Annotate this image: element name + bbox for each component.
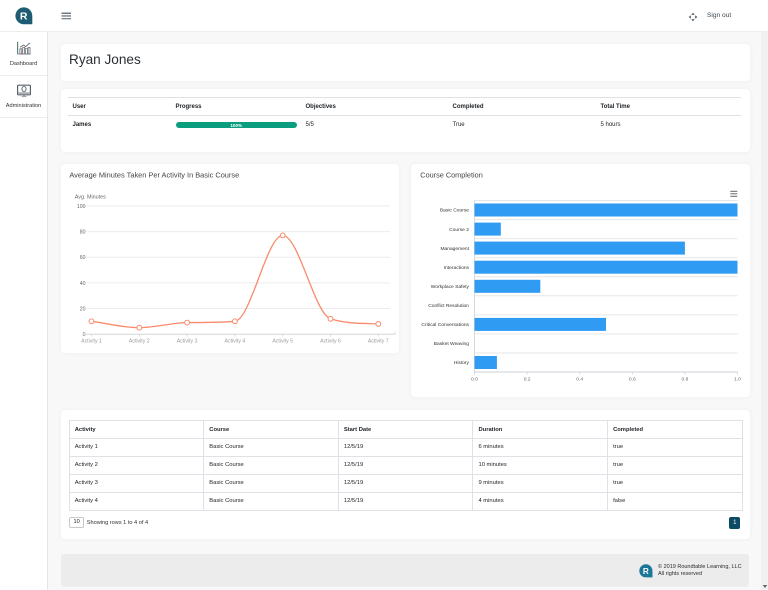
svg-text:0.6: 0.6: [629, 376, 636, 382]
svg-text:Activity 2: Activity 2: [129, 338, 150, 344]
svg-text:1.0: 1.0: [734, 376, 741, 382]
svg-text:Activity 6: Activity 6: [320, 338, 341, 344]
svg-text:0.4: 0.4: [576, 376, 583, 382]
svg-text:Average Minutes Taken Per Acti: Average Minutes Taken Per Activity In Ba…: [69, 170, 239, 179]
svg-text:80: 80: [80, 229, 86, 235]
svg-text:100: 100: [77, 203, 86, 209]
svg-text:Management: Management: [440, 245, 469, 251]
svg-text:Activity 7: Activity 7: [368, 338, 389, 344]
svg-text:Basic Course: Basic Course: [440, 207, 469, 213]
svg-text:Activity 5: Activity 5: [272, 338, 293, 344]
svg-text:Workplace Safety: Workplace Safety: [431, 284, 470, 290]
svg-text:0.8: 0.8: [681, 376, 688, 382]
svg-text:0.0: 0.0: [471, 376, 478, 382]
svg-text:Activity 3: Activity 3: [177, 338, 198, 344]
svg-text:Critical Conversations: Critical Conversations: [421, 322, 469, 328]
svg-text:R: R: [643, 566, 649, 575]
svg-text:Avg. Minutes: Avg. Minutes: [75, 194, 106, 200]
svg-text:60: 60: [80, 255, 86, 261]
svg-text:Interactions: Interactions: [444, 264, 470, 270]
svg-text:Conflict Resolution: Conflict Resolution: [428, 303, 469, 309]
svg-text:Basket Weaving: Basket Weaving: [434, 341, 470, 347]
svg-text:R: R: [19, 10, 27, 22]
svg-text:40: 40: [80, 280, 86, 286]
svg-text:Course Completion: Course Completion: [420, 170, 482, 179]
svg-text:Course 2: Course 2: [449, 226, 469, 232]
svg-text:0.2: 0.2: [524, 376, 531, 382]
svg-text:Activity 4: Activity 4: [225, 338, 246, 344]
svg-text:Activity 1: Activity 1: [81, 338, 102, 344]
svg-text:History: History: [454, 360, 470, 366]
svg-text:20: 20: [80, 306, 86, 312]
